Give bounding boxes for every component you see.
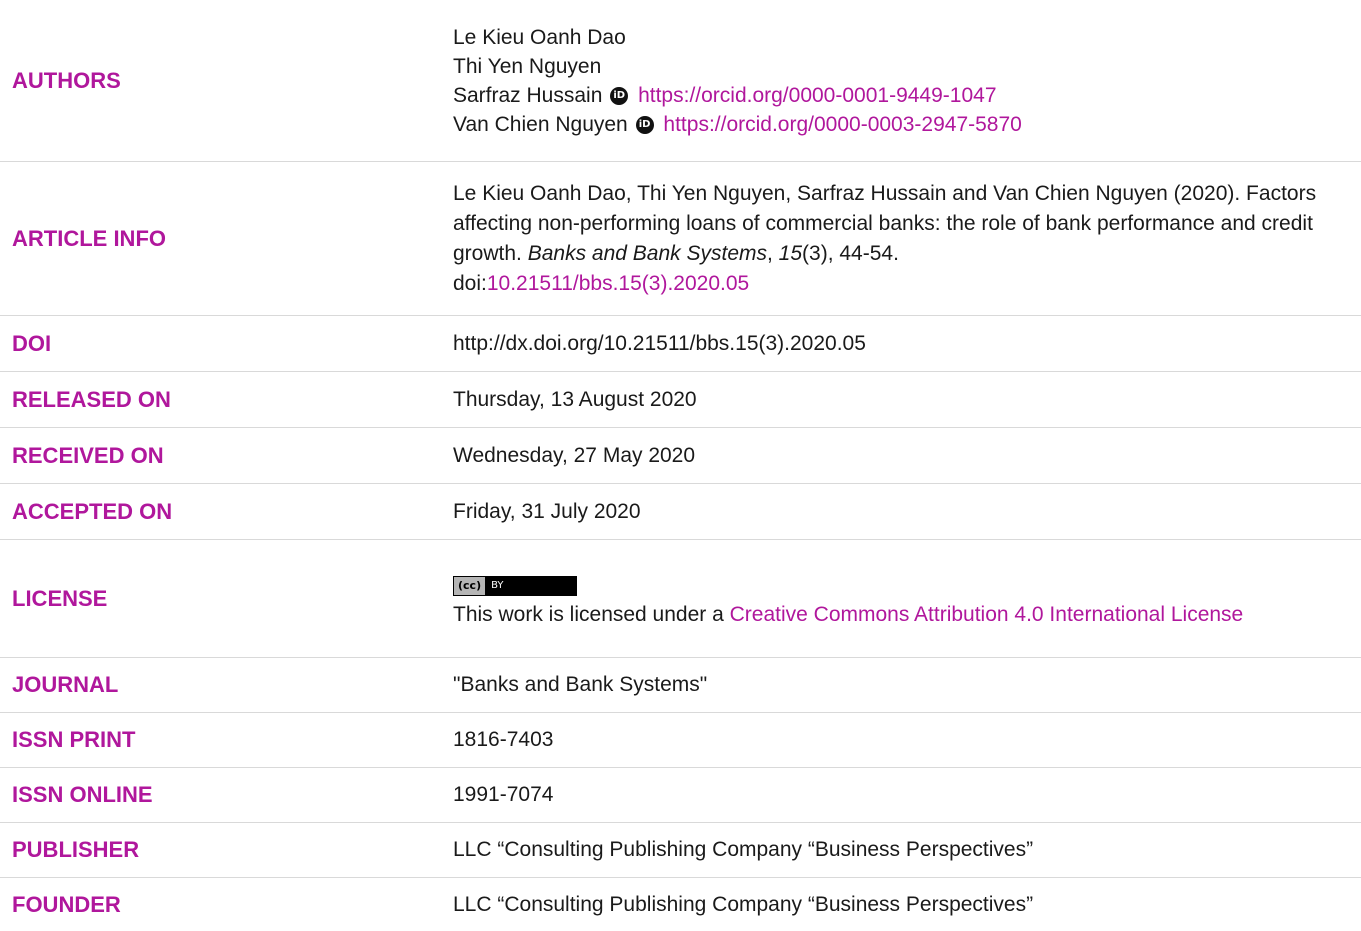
license-value: (cc) BY This work is licensed under a Cr… [453,540,1361,657]
license-text: This work is licensed under a Creative C… [453,600,1337,630]
accepted-row: ACCEPTED ON Friday, 31 July 2020 [0,484,1361,540]
issn-online-value: 1991-7074 [453,783,554,806]
journal-label: JOURNAL [12,672,119,697]
released-row: RELEASED ON Thursday, 13 August 2020 [0,372,1361,428]
publisher-value: LLC “Consulting Publishing Company “Busi… [453,838,1034,861]
citation-doi-prefix: doi: [453,271,487,295]
released-value: Thursday, 13 August 2020 [453,387,697,411]
doi-value: http://dx.doi.org/10.21511/bbs.15(3).202… [453,331,866,355]
founder-value: LLC “Consulting Publishing Company “Busi… [453,892,1034,916]
article-info-row: ARTICLE INFO Le Kieu Oanh Dao, Thi Yen N… [0,162,1361,316]
authors-row: AUTHORS Le Kieu Oanh Dao Thi Yen Nguyen … [0,0,1361,162]
license-link[interactable]: Creative Commons Attribution 4.0 Interna… [730,603,1244,626]
author-name: Le Kieu Oanh Dao [453,25,626,49]
article-info-label: ARTICLE INFO [12,225,166,251]
license-prefix: This work is licensed under a [453,602,730,626]
cc-icon: (cc) [454,576,486,595]
citation-text: Le Kieu Oanh Dao, Thi Yen Nguyen, Sarfra… [453,179,1337,299]
issn-online-label: ISSN ONLINE [12,782,153,807]
author-name: Thi Yen Nguyen [453,54,602,78]
citation-separator: , [767,241,779,265]
author-name: Van Chien Nguyen [453,112,628,136]
accepted-value: Friday, 31 July 2020 [453,499,641,523]
orcid-icon[interactable]: iD [635,115,654,134]
orcid-link[interactable]: https://orcid.org/0000-0001-9449-1047 [638,84,996,107]
doi-row: DOI http://dx.doi.org/10.21511/bbs.15(3)… [0,316,1361,372]
issn-online-row: ISSN ONLINE 1991-7074 [0,768,1361,823]
citation-doi-link[interactable]: 10.21511/bbs.15(3).2020.05 [487,272,749,295]
orcid-link[interactable]: https://orcid.org/0000-0003-2947-5870 [663,113,1021,136]
citation-journal: Banks and Bank Systems [527,241,767,265]
founder-row: FOUNDER LLC “Consulting Publishing Compa… [0,878,1361,931]
issn-print-value: 1816-7403 [453,728,554,751]
by-icon: BY [491,579,504,591]
released-label: RELEASED ON [12,386,171,412]
article-metadata-table: AUTHORS Le Kieu Oanh Dao Thi Yen Nguyen … [0,0,1361,931]
journal-value: "Banks and Bank Systems" [453,673,708,696]
license-label: LICENSE [12,585,108,611]
author-entry: Sarfraz Hussain iD https://orcid.org/000… [453,81,1337,110]
doi-label: DOI [12,330,52,356]
received-value: Wednesday, 27 May 2020 [453,443,696,467]
received-row: RECEIVED ON Wednesday, 27 May 2020 [0,428,1361,484]
founder-label: FOUNDER [12,891,121,917]
publisher-label: PUBLISHER [12,837,140,862]
author-entry: Van Chien Nguyen iD https://orcid.org/00… [453,110,1337,139]
citation-issue-pages: (3), 44-54. [802,241,899,265]
authors-list: Le Kieu Oanh Dao Thi Yen Nguyen Sarfraz … [453,0,1361,161]
license-row: LICENSE (cc) BY This work is licensed un… [0,540,1361,658]
journal-row: JOURNAL "Banks and Bank Systems" [0,658,1361,713]
publisher-row: PUBLISHER LLC “Consulting Publishing Com… [0,823,1361,878]
issn-print-label: ISSN PRINT [12,727,136,752]
received-label: RECEIVED ON [12,442,164,468]
authors-label: AUTHORS [12,67,121,93]
citation: Le Kieu Oanh Dao, Thi Yen Nguyen, Sarfra… [453,162,1361,315]
orcid-icon[interactable]: iD [610,86,629,105]
issn-print-row: ISSN PRINT 1816-7403 [0,713,1361,768]
accepted-label: ACCEPTED ON [12,498,173,524]
citation-volume: 15 [778,241,803,265]
author-name: Sarfraz Hussain [453,83,603,107]
cc-by-badge[interactable]: (cc) BY [453,575,577,596]
